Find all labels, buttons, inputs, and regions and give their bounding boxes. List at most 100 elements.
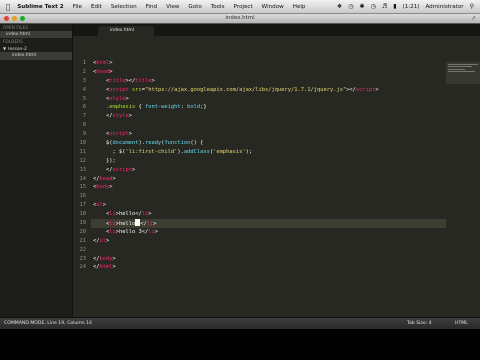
menu-window[interactable]: Window bbox=[262, 4, 284, 10]
code-token: function bbox=[164, 140, 191, 147]
menu-tools[interactable]: Tools bbox=[211, 4, 225, 10]
code-line[interactable]: 14 </head> bbox=[73, 175, 480, 184]
spotlight-icon[interactable]: ⚲ bbox=[470, 3, 474, 10]
code-text: <ul> bbox=[93, 201, 106, 210]
window-title: index.html bbox=[225, 15, 255, 21]
code-line[interactable]: 6 .emphasis { font-weight: bold;} bbox=[73, 103, 480, 112]
code-line[interactable]: 9 <script> bbox=[73, 130, 480, 139]
code-line[interactable]: 11 ; $('li:first-child').addClass('empha… bbox=[73, 148, 480, 157]
code-line[interactable]: 22 bbox=[73, 246, 480, 255]
code-line[interactable]: 21 </ul> bbox=[73, 237, 480, 246]
code-token: < bbox=[93, 131, 110, 138]
code-line[interactable]: 19 <li>hello </li> bbox=[73, 219, 480, 228]
code-line[interactable]: 2 <head> bbox=[73, 68, 480, 77]
open-file-item[interactable]: index.html bbox=[0, 31, 72, 38]
code-token: > bbox=[151, 77, 155, 84]
code-line[interactable]: 7 </style> bbox=[73, 112, 480, 121]
line-number: 17 bbox=[79, 202, 87, 209]
code-text: <html> bbox=[93, 59, 112, 68]
code-token: < bbox=[93, 95, 110, 102]
code-token: > bbox=[148, 211, 152, 218]
code-token: script bbox=[109, 131, 129, 138]
code-token: title bbox=[135, 77, 152, 84]
line-number: 1 bbox=[82, 60, 86, 66]
code-token: src bbox=[131, 86, 142, 93]
line-number: 19 bbox=[79, 220, 87, 227]
fullscreen-icon[interactable]: ↗ bbox=[471, 15, 476, 22]
line-number: 15 bbox=[79, 184, 87, 191]
code-line[interactable]: 10 $(document).ready(function() { bbox=[73, 139, 480, 148]
code-token: ready bbox=[144, 140, 162, 147]
code-area[interactable]: 1 <html> 2 <head> 3 <title></title> 4 <script… bbox=[73, 59, 480, 272]
code-text: </style> bbox=[93, 112, 132, 121]
code-line[interactable]: 17 <ul> bbox=[73, 201, 480, 210]
line-number: 2 bbox=[82, 68, 86, 75]
code-token: < bbox=[93, 228, 110, 235]
menu-help[interactable]: Help bbox=[293, 4, 306, 10]
code-line[interactable]: 13 </script> bbox=[73, 166, 480, 175]
line-number: 5 bbox=[82, 95, 86, 102]
code-token: > bbox=[154, 228, 158, 235]
battery-time: (1:21) bbox=[402, 3, 420, 10]
dropbox-icon[interactable]: ❖ bbox=[337, 3, 342, 10]
line-number: 11 bbox=[79, 148, 87, 155]
window-titlebar: index.html ↗ bbox=[0, 14, 480, 24]
bluetooth-icon[interactable]: ✱ bbox=[360, 3, 365, 10]
code-line[interactable]: 24 </html> bbox=[73, 263, 480, 272]
code-line[interactable]: 12 }); bbox=[73, 157, 480, 166]
line-number: 18 bbox=[79, 211, 87, 218]
wifi-icon[interactable]: ◷ bbox=[371, 3, 376, 10]
code-line[interactable]: 18 <li>hello</li> bbox=[73, 210, 480, 219]
folder-file-item[interactable]: index.html bbox=[0, 52, 72, 60]
menu-edit[interactable]: Edit bbox=[91, 4, 102, 10]
code-line[interactable]: 3 <title></title> bbox=[73, 77, 480, 86]
code-text: <script> bbox=[93, 130, 132, 139]
code-token: body bbox=[96, 184, 110, 191]
code-token: ); bbox=[245, 148, 253, 155]
menu-project[interactable]: Project bbox=[234, 4, 253, 10]
line-number: 23 bbox=[79, 255, 87, 262]
apple-menu-icon[interactable]:  bbox=[6, 3, 10, 11]
code-token: .emphasis bbox=[105, 104, 136, 111]
code-line[interactable]: 20 <li>hello 3</li> bbox=[73, 228, 480, 237]
code-line[interactable]: 5 <style> bbox=[73, 95, 480, 104]
time-machine-icon[interactable]: ◷ bbox=[348, 3, 353, 10]
code-line[interactable]: 4 <script src="https://ajax.googleapis.c… bbox=[73, 86, 480, 95]
code-line[interactable]: 8 bbox=[73, 121, 480, 130]
menu-selection[interactable]: Selection bbox=[111, 4, 137, 10]
code-token: >hello bbox=[115, 221, 136, 228]
code-token: > bbox=[112, 255, 116, 262]
code-line[interactable]: 15 <body> bbox=[73, 183, 480, 192]
code-text: </ul> bbox=[93, 237, 109, 246]
syntax-selector[interactable]: HTML bbox=[455, 318, 468, 329]
code-text: <li>hello 3</li> bbox=[93, 228, 158, 237]
battery-icon[interactable]: ▮ bbox=[393, 3, 396, 10]
volume-icon[interactable]: ♬ bbox=[382, 3, 387, 10]
code-line[interactable]: 1 <html> bbox=[73, 59, 480, 68]
code-line[interactable]: 23 </body> bbox=[73, 255, 480, 264]
code-token: > bbox=[109, 184, 113, 191]
disclosure-triangle-icon[interactable]: ▼ bbox=[3, 46, 6, 51]
menu-view[interactable]: View bbox=[166, 4, 179, 10]
menu-goto[interactable]: Goto bbox=[188, 4, 201, 10]
code-token: head bbox=[99, 175, 113, 182]
code-text: <script src="https://ajax.googleapis.com… bbox=[93, 86, 379, 95]
code-line[interactable]: 16 bbox=[73, 192, 480, 201]
editor-pane: index.html 1 <html> 2 <head> 3 <title></titl… bbox=[73, 24, 480, 317]
tab-index-html[interactable]: index.html bbox=[98, 26, 154, 36]
code-token: > bbox=[131, 166, 136, 173]
tab-size-selector[interactable]: Tab Size: 4 bbox=[407, 318, 432, 329]
code-token: style bbox=[109, 95, 126, 102]
code-token: < bbox=[93, 86, 110, 93]
line-number: 22 bbox=[79, 246, 87, 253]
menu-find[interactable]: Find bbox=[146, 4, 157, 10]
app-menu[interactable]: Sublime Text 2 bbox=[17, 4, 63, 10]
line-number: 3 bbox=[82, 77, 86, 84]
code-token: 'li:first-child' bbox=[125, 148, 178, 155]
code-token: > bbox=[109, 68, 113, 75]
folder-item[interactable]: ▼ lesson-2 bbox=[0, 45, 72, 52]
user-menu[interactable]: Administrator bbox=[425, 4, 463, 10]
menu-file[interactable]: File bbox=[73, 4, 82, 10]
code-token: ;} bbox=[200, 104, 207, 111]
code-text: <li>hello</li> bbox=[93, 210, 151, 219]
